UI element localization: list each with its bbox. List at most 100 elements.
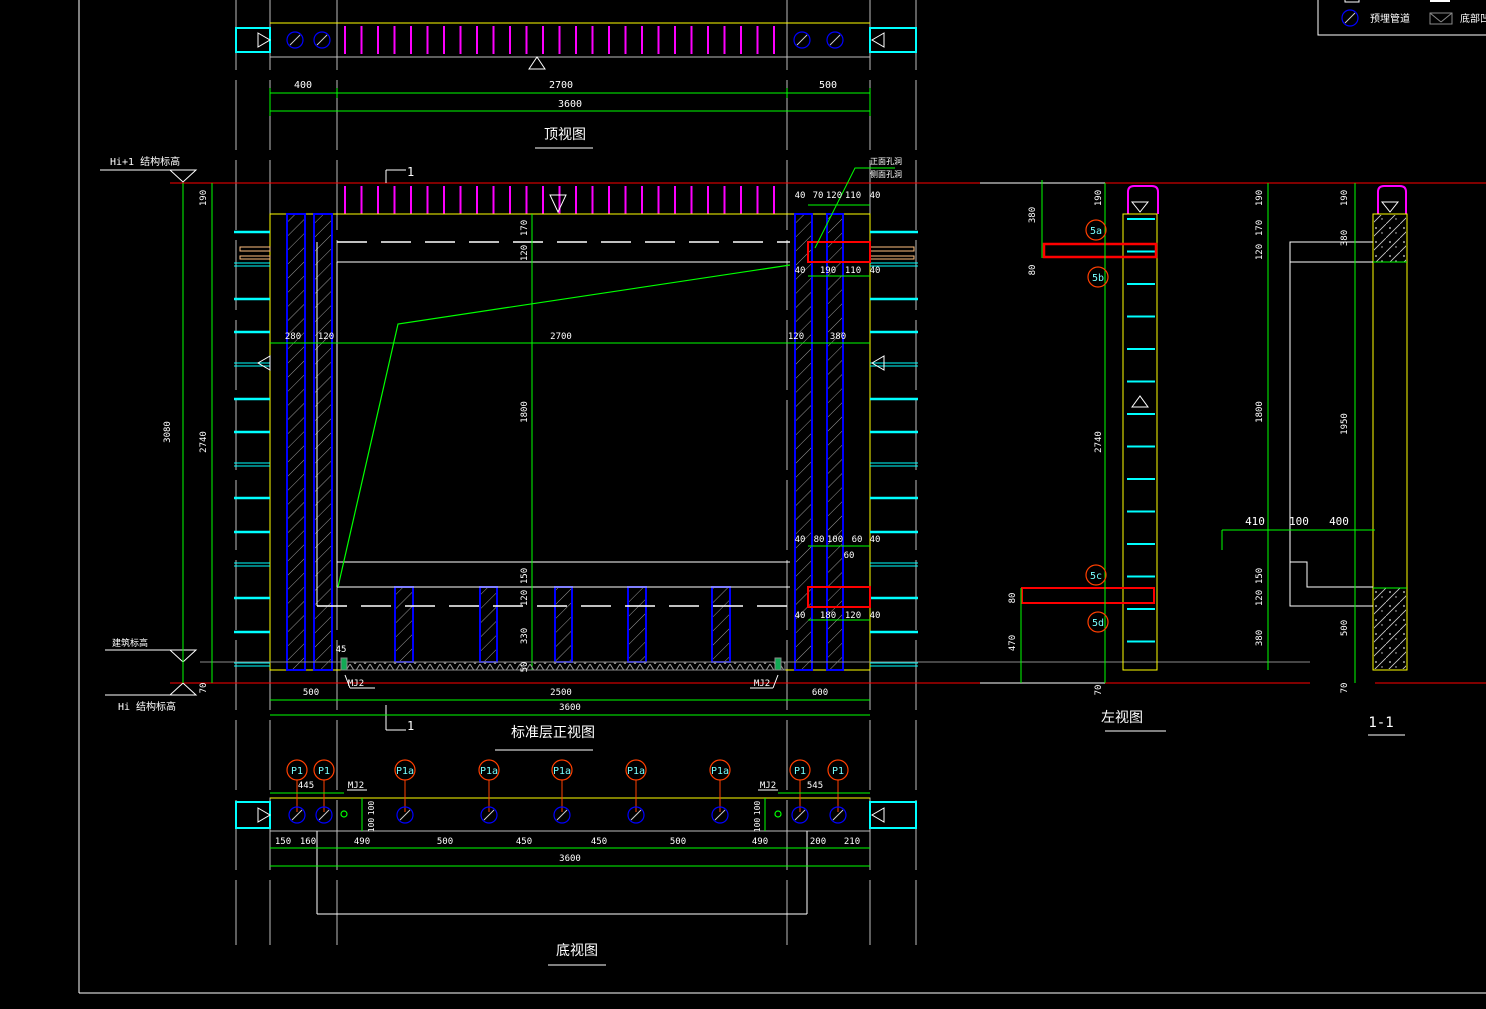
- level-label-finish: 建筑标高: [112, 637, 148, 649]
- top-view-outline: [269, 22, 871, 58]
- dimension-label: 330: [520, 628, 530, 644]
- view-title: 左视图: [1101, 710, 1143, 726]
- section-mark-label: 1: [407, 165, 414, 179]
- mj2-marker: [774, 810, 782, 818]
- dimension-label: 120: [1255, 590, 1265, 606]
- embedded-bar: [869, 246, 915, 252]
- dimension-label: 100: [753, 801, 762, 816]
- dimension-label: 200: [810, 837, 826, 847]
- hatched-column: [479, 586, 498, 663]
- dimension-label: 380: [1028, 207, 1038, 223]
- dimension-label: 150: [275, 837, 291, 847]
- dimension-label: 450: [516, 837, 532, 847]
- dimension-label: 445: [298, 781, 314, 791]
- tag-label: 5a: [1090, 226, 1102, 237]
- hatched-column: [794, 213, 813, 671]
- view-title: 标准层正视图: [511, 725, 595, 741]
- dimension-label: 190: [820, 266, 836, 276]
- dimension-label: 40: [870, 191, 881, 201]
- tag-label: P1a: [480, 766, 498, 777]
- dimension-label: 100: [367, 801, 376, 816]
- view-title: 1-1: [1368, 715, 1393, 731]
- dimension-label: 190: [1340, 190, 1350, 206]
- dimension-label: 490: [752, 837, 768, 847]
- dimension-label: 150: [520, 568, 530, 584]
- callout-label: 正面孔洞: [870, 156, 902, 166]
- bottom-groove-icon-stroke: [1429, 12, 1442, 23]
- dimension-label: 180: [820, 611, 836, 621]
- level-triangle-icon: [168, 682, 198, 696]
- mj2-label: MJ2: [348, 679, 364, 689]
- bottom-groove: [344, 661, 786, 671]
- hatched-column: [286, 213, 306, 671]
- hatched-column: [711, 586, 731, 663]
- dimension-label: 3080: [163, 421, 173, 443]
- lifting-point-icon: [1380, 201, 1400, 213]
- dimension-label: 190: [1255, 190, 1265, 206]
- dimension-label: 40: [795, 535, 806, 545]
- view-arrow-icon: [257, 807, 271, 823]
- mj2-leader: [772, 674, 779, 689]
- dimension-label: 3600: [559, 854, 581, 864]
- mj2-marker: [340, 810, 348, 818]
- dimension-label: 60: [852, 535, 863, 545]
- tag-label: P1a: [553, 766, 571, 777]
- dimension-label: 190: [199, 190, 209, 206]
- dimension-label: 45: [336, 645, 347, 655]
- dimension-label: 60: [844, 551, 855, 561]
- dimension-label: 80: [1028, 265, 1038, 276]
- dimension-label: 2700: [550, 332, 572, 342]
- dimension-label: 2700: [549, 80, 573, 91]
- dimension-label: 100: [753, 818, 762, 833]
- opening-profile: [1290, 561, 1373, 588]
- dimension-label: 380: [1340, 230, 1350, 246]
- dimension-label: 170: [520, 220, 530, 236]
- dimension-label: 40: [795, 191, 806, 201]
- dimension-label: 190: [1094, 190, 1104, 206]
- view-title: 底视图: [556, 943, 598, 959]
- opening-profile: [1289, 241, 1373, 607]
- dimension-label: 400: [1329, 515, 1349, 528]
- dimension-label: 500: [1340, 620, 1350, 636]
- embedded-bar: [239, 246, 271, 252]
- dimension-label: 1800: [1255, 401, 1265, 423]
- cad-drawing-canvas: 预埋管道 底部凹槽 400 2700 500 3600 顶视图 Hi+1 结构标高 1 正面孔洞侧…: [0, 0, 1486, 1009]
- lifting-tab-right: [869, 27, 917, 53]
- pipe-hatch: [289, 34, 301, 46]
- dimension-label: 120: [845, 611, 861, 621]
- legend-label: 预埋管道: [1370, 12, 1410, 25]
- dimension-label: 1950: [1340, 413, 1350, 435]
- dimension-label: 110: [845, 191, 861, 201]
- mj2-marker: [774, 657, 782, 671]
- hatched-column: [826, 213, 844, 671]
- dimension-label: 2740: [199, 431, 209, 453]
- tag-label: 5b: [1092, 273, 1104, 284]
- tag-label: P1a: [627, 766, 645, 777]
- view-arrow-icon: [871, 807, 885, 823]
- embedded-bar: [239, 255, 271, 260]
- dimension-label: 50: [520, 662, 530, 673]
- leader-line: [337, 264, 791, 588]
- lifting-tab-left: [235, 801, 271, 829]
- lifting-tab-left: [235, 27, 271, 53]
- dimension-label: 120: [520, 590, 530, 606]
- view-arrow-icon: [528, 56, 546, 70]
- lifting-point-icon: [1130, 201, 1150, 213]
- dimension-label: 100: [827, 535, 843, 545]
- level-label-upper: Hi+1 结构标高: [110, 155, 180, 168]
- tag-label: P1: [832, 766, 844, 777]
- tag-label: P1a: [396, 766, 414, 777]
- dimension-label: 1800: [520, 401, 530, 423]
- dimension-label: 40: [870, 611, 881, 621]
- dimension-label: 150: [1255, 568, 1265, 584]
- dimension-label: 110: [845, 266, 861, 276]
- concrete-hatch: [1374, 215, 1406, 262]
- dimension-label: 40: [795, 611, 806, 621]
- dimension-label: 70: [813, 191, 824, 201]
- level-triangle-icon: [168, 169, 198, 183]
- legend-icon-partial: [1344, 0, 1360, 3]
- hatched-column: [627, 586, 647, 663]
- bottom-groove-icon: [1429, 12, 1453, 25]
- dimension-label: 160: [300, 837, 316, 847]
- dimension-label: 100: [1289, 515, 1309, 528]
